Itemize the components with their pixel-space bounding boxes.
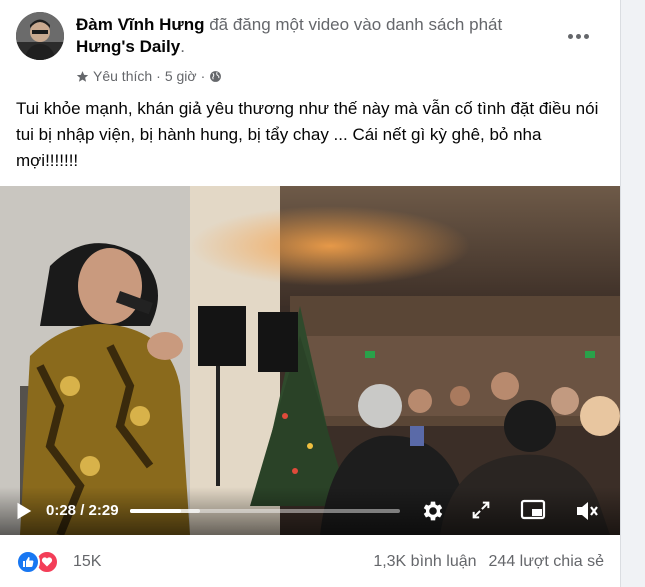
author-name[interactable]: Đàm Vĩnh Hưng bbox=[76, 15, 204, 34]
current-time: 0:28 bbox=[46, 502, 77, 519]
star-icon bbox=[76, 70, 89, 82]
duration: 2:29 bbox=[88, 502, 119, 519]
post-meta: Yêu thích · 5 giờ · bbox=[76, 66, 222, 86]
reaction-summary[interactable]: 15K bbox=[16, 550, 101, 574]
post-action-text: đã đăng một video vào danh sách phát bbox=[204, 15, 503, 34]
playlist-suffix: . bbox=[180, 37, 185, 56]
more-options-icon[interactable] bbox=[564, 22, 592, 50]
playlist-link[interactable]: Hưng's Daily bbox=[76, 37, 180, 56]
post-text: Tui khỏe mạnh, khán giả yêu thương như t… bbox=[16, 99, 604, 170]
like-icon bbox=[16, 550, 40, 574]
gear-icon[interactable] bbox=[420, 498, 446, 524]
reaction-count[interactable]: 15K bbox=[73, 553, 101, 571]
comment-count[interactable]: 1,3K bình luận bbox=[373, 553, 476, 571]
picture-in-picture-icon[interactable] bbox=[520, 498, 546, 522]
video-controls: 0:28 / 2:29 bbox=[0, 487, 620, 535]
meta-separator: · bbox=[156, 68, 161, 84]
time-separator: / bbox=[76, 502, 89, 519]
post-footer: 15K 1,3K bình luận 244 lượt chia sẻ bbox=[0, 536, 620, 587]
video-time: 0:28 / 2:29 bbox=[46, 502, 119, 519]
favorite-label: Yêu thích bbox=[93, 68, 153, 84]
page-background-strip bbox=[621, 0, 645, 587]
play-icon[interactable] bbox=[12, 500, 34, 522]
engagement-stats: 1,3K bình luận 244 lượt chia sẻ bbox=[373, 553, 604, 571]
progress-bar[interactable] bbox=[130, 509, 400, 513]
globe-icon[interactable] bbox=[209, 70, 222, 83]
video-player[interactable]: 0:28 / 2:29 bbox=[0, 186, 620, 535]
video-frame bbox=[0, 186, 620, 535]
author-avatar[interactable] bbox=[16, 12, 64, 60]
post-time[interactable]: 5 giờ bbox=[165, 68, 197, 84]
meta-separator-2: · bbox=[200, 68, 206, 84]
progress-fill bbox=[130, 509, 181, 513]
post-header: Đàm Vĩnh Hưng đã đăng một video vào danh… bbox=[76, 14, 556, 58]
volume-muted-icon[interactable] bbox=[574, 498, 600, 524]
share-count[interactable]: 244 lượt chia sẻ bbox=[489, 553, 604, 571]
post-card: Đàm Vĩnh Hưng đã đăng một video vào danh… bbox=[0, 0, 621, 587]
fullscreen-icon[interactable] bbox=[470, 499, 492, 521]
